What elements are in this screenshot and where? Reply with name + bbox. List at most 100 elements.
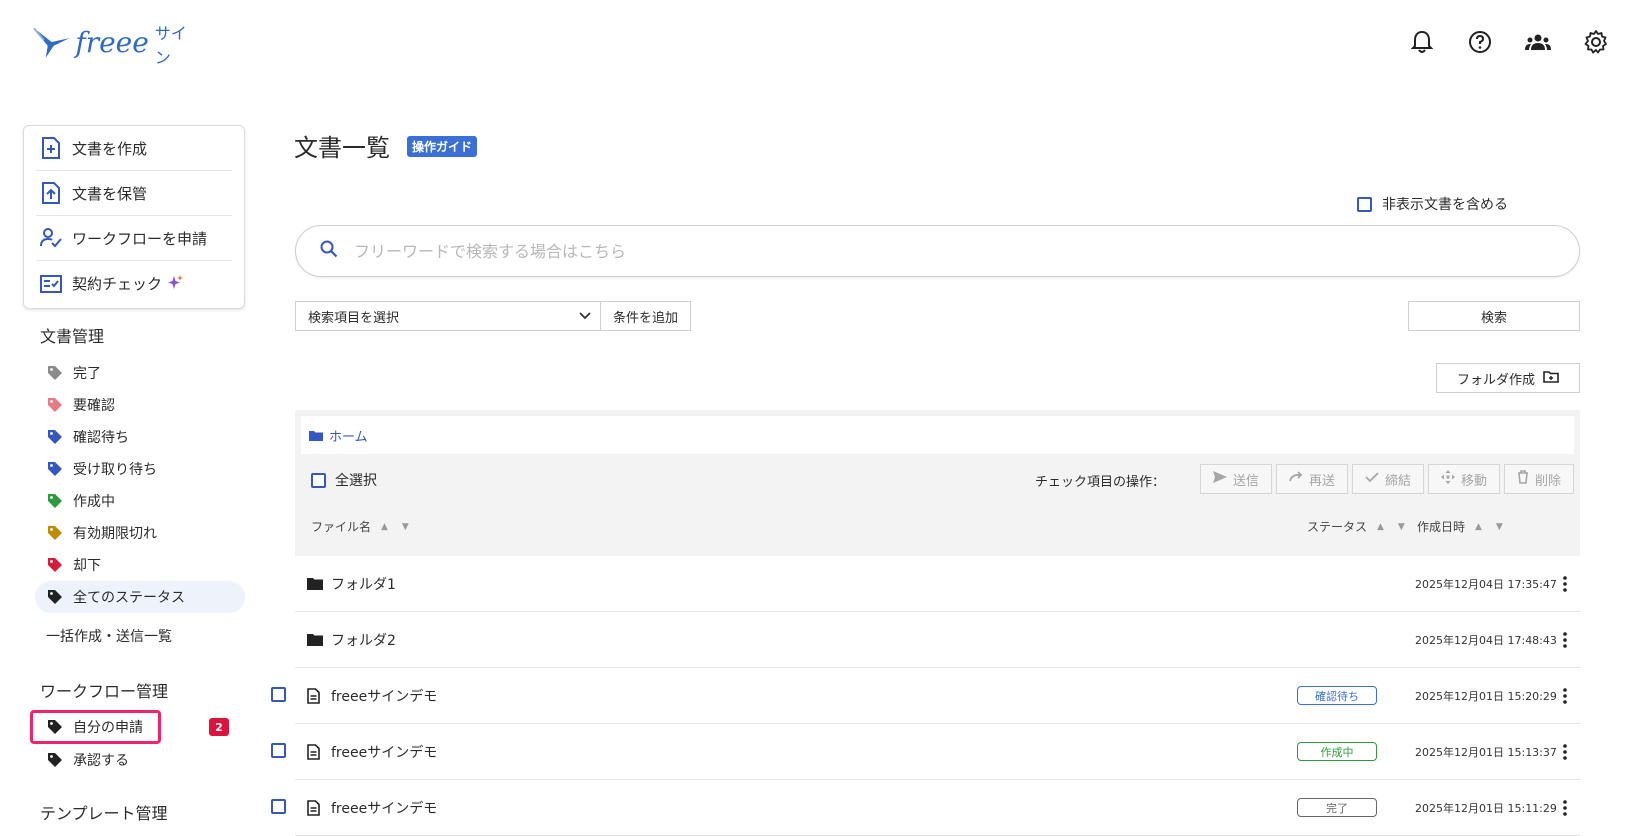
action-label: 文書を作成 xyxy=(72,139,148,158)
column-label: ステータス xyxy=(1307,520,1368,534)
row-name[interactable]: freeeサインデモ xyxy=(307,798,437,818)
gear-icon[interactable] xyxy=(1582,28,1610,56)
row-date: 2025年12月01日 15:13:37 xyxy=(1415,745,1557,759)
page-title: 文書一覧 xyxy=(294,134,390,162)
status-label: 受け取り待ち xyxy=(73,462,157,478)
checklist-icon xyxy=(40,273,62,295)
bulk-resend-button[interactable]: 再送 xyxy=(1275,464,1348,494)
include-hidden-label: 非表示文書を含める xyxy=(1382,197,1508,213)
sort-icon[interactable]: ▲▼ xyxy=(1377,522,1419,532)
select-all-toggle[interactable]: 全選択 xyxy=(311,470,377,490)
more-vertical-icon[interactable] xyxy=(1558,628,1572,652)
workflow-management-title: ワークフロー管理 xyxy=(40,682,169,701)
table-row[interactable]: freeeサインデモ 完了 2025年12月01日 15:11:29 xyxy=(295,780,1580,836)
table-row[interactable]: フォルダ2 2025年12月04日 17:48:43 xyxy=(295,612,1580,668)
row-name-label: フォルダ2 xyxy=(331,632,396,649)
include-hidden-checkbox[interactable] xyxy=(1357,196,1372,212)
bulk-op-label: 削除 xyxy=(1534,473,1561,489)
table-row[interactable]: freeeサインデモ 確認待ち 2025年12月01日 15:20:29 xyxy=(295,668,1580,724)
search-button[interactable]: 検索 xyxy=(1408,301,1580,331)
status-label: 完了 xyxy=(73,366,101,382)
folder-icon xyxy=(307,576,323,592)
more-vertical-icon[interactable] xyxy=(1558,796,1572,820)
status-item-needs-check[interactable]: 要確認 xyxy=(35,389,245,421)
search-input[interactable] xyxy=(354,241,1504,261)
column-created[interactable]: 作成日時 ▲▼ xyxy=(1417,518,1517,535)
column-label: ファイル名 xyxy=(311,520,372,534)
add-condition-button[interactable]: 条件を追加 xyxy=(600,301,691,331)
row-checkbox[interactable] xyxy=(271,743,286,758)
store-document-button[interactable]: 文書を保管 xyxy=(36,171,232,216)
create-folder-button[interactable]: フォルダ作成 xyxy=(1436,363,1580,393)
row-name[interactable]: freeeサインデモ xyxy=(307,742,437,762)
status-item-awaiting-receipt[interactable]: 受け取り待ち xyxy=(35,453,245,485)
my-applications-item[interactable]: 自分の申請 xyxy=(30,710,161,744)
status-label: 全てのステータス xyxy=(73,590,185,606)
row-name[interactable]: フォルダ1 xyxy=(307,574,396,594)
status-item-awaiting-confirmation[interactable]: 確認待ち xyxy=(35,421,245,453)
status-filter-list: 完了 要確認 確認待ち 受け取り待ち 作成中 有効期限切れ 却下 全てのステータ… xyxy=(35,357,245,613)
tag-icon xyxy=(47,752,63,768)
row-checkbox[interactable] xyxy=(271,687,286,702)
column-status[interactable]: ステータス ▲▼ xyxy=(1307,518,1419,535)
document-icon xyxy=(307,743,323,760)
bulk-send-button[interactable]: 送信 xyxy=(1199,464,1272,494)
row-checkbox[interactable] xyxy=(271,799,286,814)
action-label: 契約チェック xyxy=(72,275,163,293)
table-row[interactable]: フォルダ1 2025年12月04日 17:35:47 xyxy=(295,556,1580,612)
status-item-rejected[interactable]: 却下 xyxy=(35,549,245,581)
template-management-title: テンプレート管理 xyxy=(40,804,168,823)
include-hidden-docs-toggle[interactable]: 非表示文書を含める xyxy=(1357,194,1508,214)
bulk-conclude-button[interactable]: 締結 xyxy=(1351,464,1424,494)
search-icon xyxy=(320,240,338,262)
action-label: ワークフローを申請 xyxy=(72,229,208,248)
column-file-name[interactable]: ファイル名 ▲▼ xyxy=(311,518,423,535)
status-label: 確認待ち xyxy=(73,430,129,446)
bulk-delete-button[interactable]: 削除 xyxy=(1503,464,1574,494)
operation-guide-badge[interactable]: 操作ガイド xyxy=(407,136,478,157)
approve-label: 承認する xyxy=(73,753,129,769)
more-vertical-icon[interactable] xyxy=(1558,740,1572,764)
tag-icon xyxy=(47,557,63,573)
bulk-op-label: 移動 xyxy=(1460,473,1487,489)
sort-icon[interactable]: ▲▼ xyxy=(381,522,423,532)
contract-check-button[interactable]: 契約チェック xyxy=(36,261,232,306)
status-item-complete[interactable]: 完了 xyxy=(35,357,245,389)
document-icon xyxy=(307,687,323,704)
search-field-select[interactable]: 検索項目を選択 xyxy=(295,301,601,331)
sparkle-icon xyxy=(168,274,184,294)
row-name[interactable]: freeeサインデモ xyxy=(307,686,437,706)
row-date: 2025年12月04日 17:35:47 xyxy=(1415,577,1557,591)
row-name-label: freeeサインデモ xyxy=(331,744,438,761)
help-icon[interactable] xyxy=(1466,28,1494,56)
status-badge: 完了 xyxy=(1297,798,1377,817)
create-document-button[interactable]: 文書を作成 xyxy=(36,126,232,171)
batch-send-list-link[interactable]: 一括作成・送信一覧 xyxy=(46,626,172,646)
search-bar xyxy=(295,225,1580,277)
row-name[interactable]: フォルダ2 xyxy=(307,630,396,650)
users-icon[interactable] xyxy=(1524,28,1552,56)
more-vertical-icon[interactable] xyxy=(1558,684,1572,708)
status-item-in-progress[interactable]: 作成中 xyxy=(35,485,245,517)
status-item-expired[interactable]: 有効期限切れ xyxy=(35,517,245,549)
status-label: 却下 xyxy=(73,558,101,574)
bulk-move-button[interactable]: 移動 xyxy=(1427,464,1500,494)
bell-icon[interactable] xyxy=(1408,28,1436,56)
logo-subtext: サイン xyxy=(154,24,187,67)
apply-workflow-button[interactable]: ワークフローを申請 xyxy=(36,216,232,261)
breadcrumb[interactable]: ホーム xyxy=(301,416,1574,454)
status-badge: 作成中 xyxy=(1297,742,1377,761)
create-folder-label: フォルダ作成 xyxy=(1456,372,1535,388)
row-name-label: フォルダ1 xyxy=(331,576,396,593)
select-all-checkbox[interactable] xyxy=(311,472,326,488)
app-logo[interactable]: freee サイン xyxy=(32,22,202,67)
more-vertical-icon[interactable] xyxy=(1558,572,1572,596)
search-field-select-label: 検索項目を選択 xyxy=(308,310,400,326)
status-item-all[interactable]: 全てのステータス xyxy=(35,581,245,613)
table-row[interactable]: freeeサインデモ 作成中 2025年12月01日 15:13:37 xyxy=(295,724,1580,780)
column-label: 作成日時 xyxy=(1417,520,1466,534)
approve-item[interactable]: 承認する xyxy=(47,750,129,770)
my-applications-count-badge: 2 xyxy=(209,718,229,736)
sort-icon[interactable]: ▲▼ xyxy=(1475,522,1517,532)
redo-icon xyxy=(1289,471,1303,487)
